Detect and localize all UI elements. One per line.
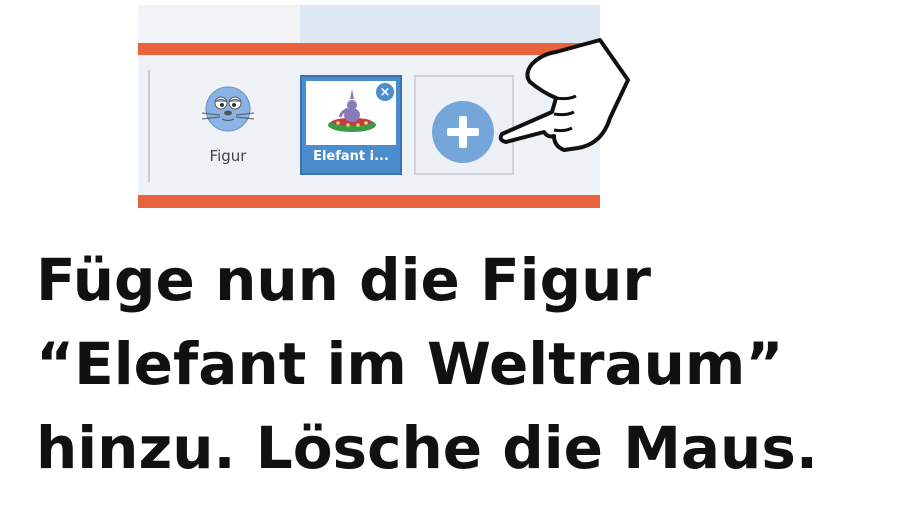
instruction-line-1: Füge nun die Figur: [36, 246, 651, 314]
instruction-line-3: hinzu. Lösche die Maus.: [36, 414, 818, 482]
instruction-line-2: “Elefant im Weltraum”: [36, 330, 784, 398]
add-circle: [432, 101, 494, 163]
accent-bar-bottom: [138, 195, 600, 208]
panel-divider: [148, 70, 150, 182]
panel-header-left: [138, 5, 300, 43]
sprite-tile-elefant[interactable]: × Elefant i...: [300, 75, 402, 175]
mouse-sprite-icon: [192, 75, 264, 143]
close-icon[interactable]: ×: [374, 81, 396, 103]
sprite-label-mouse: Figur: [209, 147, 247, 165]
sprite-label-elefant: Elefant i...: [313, 149, 389, 164]
pointing-hand-icon: [494, 36, 644, 156]
plus-icon: [447, 116, 479, 148]
instruction-text: Füge nun die Figur “Elefant im Weltraum”…: [36, 238, 896, 490]
sprite-tile-mouse[interactable]: Figur: [178, 75, 278, 179]
